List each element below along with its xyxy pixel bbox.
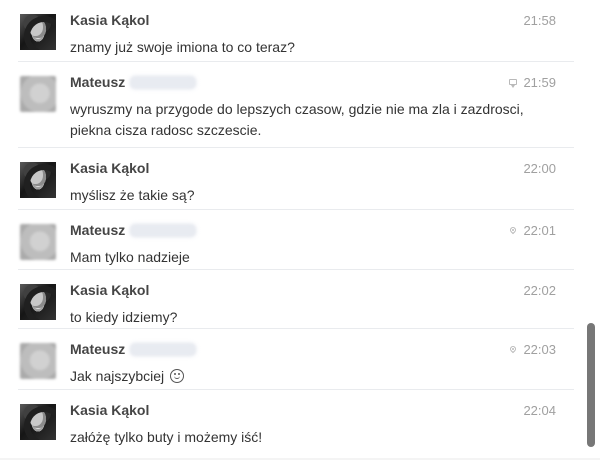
message-time: 22:02 — [523, 283, 556, 298]
message-time-block: 22:03 — [509, 342, 556, 357]
message-time: 22:01 — [523, 223, 556, 238]
message-text: załóżę tylko buty i możemy iść! — [70, 429, 263, 445]
kasia-avatar[interactable] — [20, 162, 56, 198]
message-text-block: Jak najszybciej — [70, 366, 545, 387]
sender-name[interactable]: Mateusz — [70, 74, 125, 90]
blurred-avatar[interactable] — [20, 76, 56, 112]
message-text: znamy już swoje imiona to co teraz? — [70, 39, 295, 55]
message-list: Kasia Kąkol 21:58 znamy już swoje imiona… — [0, 0, 584, 460]
kasia-avatar[interactable] — [20, 284, 56, 320]
message-row: Mateusz 22:03 Jak najszybciej — [0, 329, 584, 390]
sender-name[interactable]: Kasia Kąkol — [70, 160, 149, 176]
sender-name-block[interactable]: Mateusz — [70, 341, 197, 357]
message-text: to kiedy idziemy? — [70, 309, 178, 325]
sender-name[interactable]: Mateusz — [70, 222, 125, 238]
message-row: Kasia Kąkol 22:04 załóżę tylko buty i mo… — [0, 390, 584, 460]
vertical-scrollbar[interactable] — [585, 0, 600, 460]
message-time: 21:58 — [523, 13, 556, 28]
message-row: Kasia Kąkol 22:02 to kiedy idziemy? — [0, 270, 584, 329]
message-text: Mam tylko nadzieje — [70, 249, 190, 265]
sender-name-block[interactable]: Mateusz — [70, 74, 197, 90]
message-text: Jak najszybciej — [70, 368, 165, 384]
message-row: Mateusz 21:59 wyruszmy na przygode do le… — [0, 62, 584, 148]
sender-name[interactable]: Kasia Kąkol — [70, 12, 149, 28]
location-pin-icon — [509, 346, 518, 355]
smile-emoji-icon — [170, 369, 185, 383]
blurred-avatar[interactable] — [20, 224, 56, 260]
blurred-surname — [130, 224, 197, 237]
sender-name[interactable]: Kasia Kąkol — [70, 402, 149, 418]
message-time: 22:04 — [523, 403, 556, 418]
chat-conversation: Kasia Kąkol 21:58 znamy już swoje imiona… — [0, 0, 600, 460]
kasia-avatar[interactable] — [20, 14, 56, 50]
message-time-block: 22:01 — [509, 223, 556, 238]
sender-name[interactable]: Kasia Kąkol — [70, 282, 149, 298]
scrollbar-thumb[interactable] — [587, 323, 595, 447]
message-row: Kasia Kąkol 22:00 myślisz że takie są? — [0, 148, 584, 210]
kasia-avatar[interactable] — [20, 404, 56, 440]
message-time-block: 21:59 — [509, 75, 556, 90]
message-time: 22:00 — [523, 161, 556, 176]
blurred-avatar[interactable] — [20, 343, 56, 379]
blurred-surname — [130, 76, 197, 89]
blurred-surname — [130, 343, 197, 356]
message-time: 22:03 — [523, 342, 556, 357]
message-row: Kasia Kąkol 21:58 znamy już swoje imiona… — [0, 0, 584, 62]
location-pin-icon — [509, 227, 518, 236]
message-text: myślisz że takie są? — [70, 187, 195, 203]
sender-name[interactable]: Mateusz — [70, 341, 125, 357]
chat-bubble-icon — [509, 79, 518, 88]
message-text: wyruszmy na przygode do lepszych czasow,… — [70, 101, 524, 138]
sender-name-block[interactable]: Mateusz — [70, 222, 197, 238]
message-row: Mateusz 22:01 Mam tylko nadzieje — [0, 210, 584, 270]
message-time: 21:59 — [523, 75, 556, 90]
